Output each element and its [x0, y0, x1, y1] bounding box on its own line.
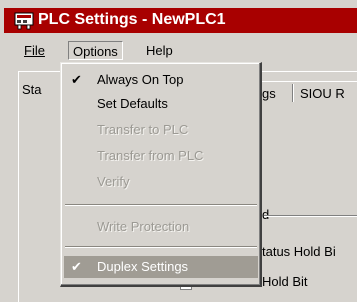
plc-app-icon	[14, 12, 34, 30]
tab-separator	[292, 84, 294, 102]
menu-item-label: Duplex Settings	[97, 259, 189, 274]
menu-item-label: Transfer to PLC	[97, 122, 189, 137]
menu-item-set-defaults[interactable]: Set Defaults	[64, 93, 258, 115]
menu-item-label: Transfer from PLC	[97, 148, 204, 163]
menu-options[interactable]: Options	[68, 41, 123, 60]
menu-separator	[65, 246, 257, 248]
check-icon: ✔	[71, 259, 82, 274]
menu-separator	[65, 204, 257, 206]
tab-siou[interactable]: SIOU R	[300, 86, 345, 101]
menu-item-write-protection[interactable]: Write Protection	[64, 216, 258, 238]
menu-item-always-on-top[interactable]: ✔ Always On Top	[64, 69, 258, 91]
title-bar[interactable]: PLC Settings - NewPLC1	[4, 8, 357, 33]
file-mnemonic: File	[24, 43, 45, 58]
menu-item-label: Set Defaults	[97, 96, 168, 111]
menu-help[interactable]: Help	[142, 41, 177, 60]
menu-item-duplex-settings[interactable]: ✔ Duplex Settings	[64, 256, 258, 278]
status-hold-bit-option[interactable]: tatus Hold Bi	[262, 244, 336, 259]
menu-item-transfer-to-plc[interactable]: Transfer to PLC	[64, 119, 258, 141]
tab-status-partial[interactable]: Sta	[22, 82, 42, 97]
menu-item-label: Verify	[97, 174, 130, 189]
hold-bit-option[interactable]: Hold Bit	[262, 274, 308, 289]
menu-item-label: Always On Top	[97, 72, 184, 87]
tab-settings-partial[interactable]: gs	[262, 86, 276, 101]
plc-settings-window: PLC Settings - NewPLC1 File Options Help…	[0, 0, 357, 303]
menu-item-transfer-from-plc[interactable]: Transfer from PLC	[64, 145, 258, 167]
menu-bar: File Options Help	[4, 38, 357, 62]
menu-item-verify[interactable]: Verify	[64, 171, 258, 193]
window-title: PLC Settings - NewPLC1	[38, 11, 226, 28]
groupbox-line	[264, 215, 357, 217]
check-icon: ✔	[71, 72, 82, 87]
menu-item-label: Write Protection	[97, 219, 190, 234]
menu-file[interactable]: File	[20, 41, 49, 60]
options-dropdown-menu: ✔ Always On Top Set Defaults Transfer to…	[60, 62, 262, 287]
